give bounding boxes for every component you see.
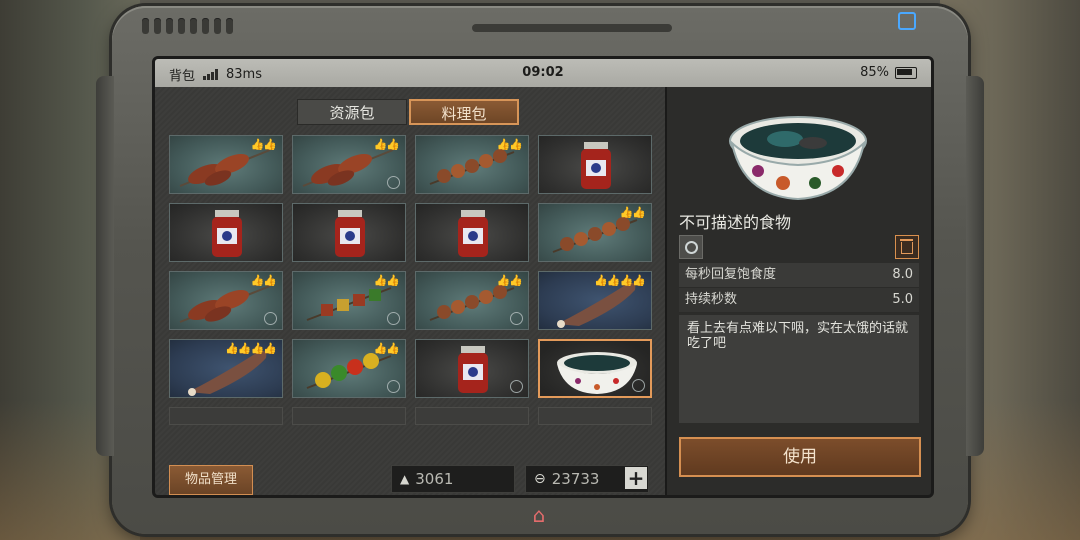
item-title: 不可描述的食物 (679, 213, 792, 232)
stat-value: 8.0 (892, 267, 913, 282)
item-detail-pane: 不可描述的食物 每秒回复饱食度 8.0 持续秒数 5.0 看上去有点难以下咽，实… (665, 87, 931, 495)
jam-jar-icon (458, 210, 488, 257)
inventory-slot[interactable]: 👍👍👍👍 (169, 339, 283, 398)
item-description: 看上去有点难以下咽，实在太饿的话就吃了吧 (679, 315, 919, 423)
rating-thumbs: 👍👍 (250, 138, 277, 151)
currency-1-value: 3061 (415, 470, 454, 488)
frame-side-left (96, 76, 114, 456)
bound-icon (387, 380, 400, 393)
jam-jar-icon (212, 210, 242, 257)
mystery-bowl-image (729, 116, 867, 201)
frame-top-right-icon[interactable] (898, 12, 916, 30)
home-icon: ⌂ (532, 503, 546, 527)
home-button[interactable]: ⌂ (510, 500, 570, 530)
inventory-slot[interactable] (292, 203, 406, 262)
discard-button[interactable] (895, 235, 919, 259)
bind-status-icon (679, 235, 703, 259)
inventory-slot[interactable]: 👍👍 (169, 135, 283, 194)
item-manage-button[interactable]: 物品管理 (169, 465, 253, 495)
inventory-slot[interactable] (538, 135, 652, 194)
add-currency-button[interactable]: + (625, 467, 647, 489)
tab-resource-pack[interactable]: 资源包 (297, 99, 407, 125)
inventory-slot-empty[interactable] (292, 407, 406, 425)
currency-2-value: 23733 (551, 470, 600, 488)
inventory-slot[interactable]: 👍👍 (292, 339, 406, 398)
stat-label: 每秒回复饱食度 (685, 267, 777, 282)
rating-thumbs: 👍👍 (619, 206, 646, 219)
inventory-slot[interactable]: 👍👍 (292, 271, 406, 330)
frame-side-right (966, 76, 984, 456)
inventory-slot[interactable]: 👍👍 (415, 135, 529, 194)
inventory-slot-empty[interactable] (169, 407, 283, 425)
jam-jar-icon (335, 210, 365, 257)
coin-icon: ⊖ (534, 471, 546, 487)
inventory-slot[interactable]: 👍👍👍👍 (538, 271, 652, 330)
inventory-slot-empty[interactable] (415, 407, 529, 425)
inventory-slot[interactable]: 👍👍 (169, 271, 283, 330)
battery-icon (895, 66, 917, 79)
inventory-slot[interactable]: 👍👍 (292, 135, 406, 194)
bound-icon (632, 379, 645, 392)
rating-thumbs: 👍👍👍👍 (594, 274, 646, 287)
inventory-slot[interactable]: 👍👍 (538, 203, 652, 262)
backpack-screen: 背包 83ms 09:02 85% 资源包 料理包 👍👍 👍👍 👍👍 👍👍 👍👍 👍👍 👍👍… (152, 56, 934, 498)
tab-cooking-pack[interactable]: 料理包 (409, 99, 519, 125)
bound-icon (510, 312, 523, 325)
status-battery-text: 85% (860, 65, 889, 80)
inventory-slot-empty[interactable] (538, 407, 652, 425)
inventory-slot[interactable]: 👍👍 (415, 271, 529, 330)
rating-thumbs: 👍👍 (373, 138, 400, 151)
rating-thumbs: 👍👍 (250, 274, 277, 287)
frame-top-slot (472, 24, 672, 32)
inventory-slot[interactable] (538, 339, 652, 398)
item-stats: 每秒回复饱食度 8.0 持续秒数 5.0 (679, 263, 919, 313)
bound-icon (387, 176, 400, 189)
bound-icon (510, 380, 523, 393)
rating-thumbs: 👍👍 (496, 274, 523, 287)
stat-row: 持续秒数 5.0 (679, 288, 919, 313)
currency-1-display: ▲ 3061 (391, 465, 515, 493)
rating-thumbs: 👍👍 (496, 138, 523, 151)
rating-thumbs: 👍👍 (373, 274, 400, 287)
gold-icon: ▲ (400, 472, 410, 486)
use-button[interactable]: 使用 (679, 437, 921, 477)
bound-icon (264, 312, 277, 325)
inventory-slot[interactable] (415, 203, 529, 262)
stat-label: 持续秒数 (685, 292, 738, 307)
frame-vent (142, 18, 233, 34)
inventory-slot[interactable] (415, 339, 529, 398)
status-bar: 背包 83ms 09:02 85% (155, 59, 931, 87)
bound-icon (387, 312, 400, 325)
inventory-grid: 👍👍 👍👍 👍👍 👍👍 👍👍 👍👍 👍👍 👍👍👍👍 👍👍👍👍 👍👍 (169, 135, 652, 425)
inventory-slot[interactable] (169, 203, 283, 262)
inventory-pane: 资源包 料理包 👍👍 👍👍 👍👍 👍👍 👍👍 👍👍 👍👍 👍👍👍👍 👍👍👍👍 👍👍 物品管理 ▲ … (155, 87, 665, 495)
jam-jar-icon (581, 142, 611, 189)
bag-tabs: 资源包 料理包 (297, 99, 519, 125)
stat-value: 5.0 (892, 292, 913, 307)
status-time: 09:02 (522, 65, 564, 80)
stat-row: 每秒回复饱食度 8.0 (679, 263, 919, 288)
rating-thumbs: 👍👍👍👍 (225, 342, 277, 355)
rating-thumbs: 👍👍 (373, 342, 400, 355)
